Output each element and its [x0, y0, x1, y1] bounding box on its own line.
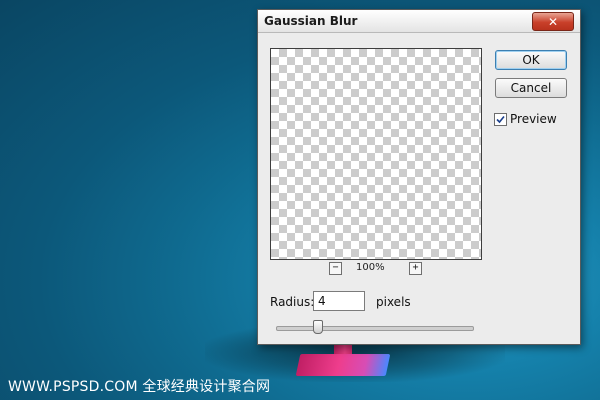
ok-button[interactable]: OK — [495, 50, 567, 70]
preview-label: Preview — [510, 112, 557, 126]
preview-canvas[interactable] — [270, 48, 482, 260]
preview-checkbox[interactable] — [494, 112, 507, 126]
checkmark-icon — [496, 115, 505, 123]
radius-slider-thumb[interactable] — [313, 320, 324, 334]
zoom-in-button[interactable]: + — [409, 262, 422, 275]
dialog-titlebar[interactable]: Gaussian Blur ✕ — [258, 10, 580, 33]
radius-label: Radius: — [270, 295, 315, 309]
zoom-out-button[interactable]: − — [329, 262, 342, 275]
radius-slider-track[interactable] — [276, 326, 474, 331]
zoom-level: 100% — [356, 262, 385, 273]
dialog-title: Gaussian Blur — [264, 14, 358, 28]
watermark-text: WWW.PSPSD.COM 全球经典设计聚合网 — [8, 379, 271, 395]
cancel-button[interactable]: Cancel — [495, 78, 567, 98]
preview-toggle[interactable]: Preview — [494, 112, 557, 126]
close-button[interactable]: ✕ — [532, 12, 574, 31]
gaussian-blur-dialog: Gaussian Blur ✕ − 100% + OK Cancel Previ… — [257, 9, 581, 345]
close-icon: ✕ — [547, 14, 559, 29]
radius-input[interactable] — [313, 291, 365, 311]
radius-units-label: pixels — [376, 295, 411, 309]
monitor-stand-base — [295, 354, 391, 376]
